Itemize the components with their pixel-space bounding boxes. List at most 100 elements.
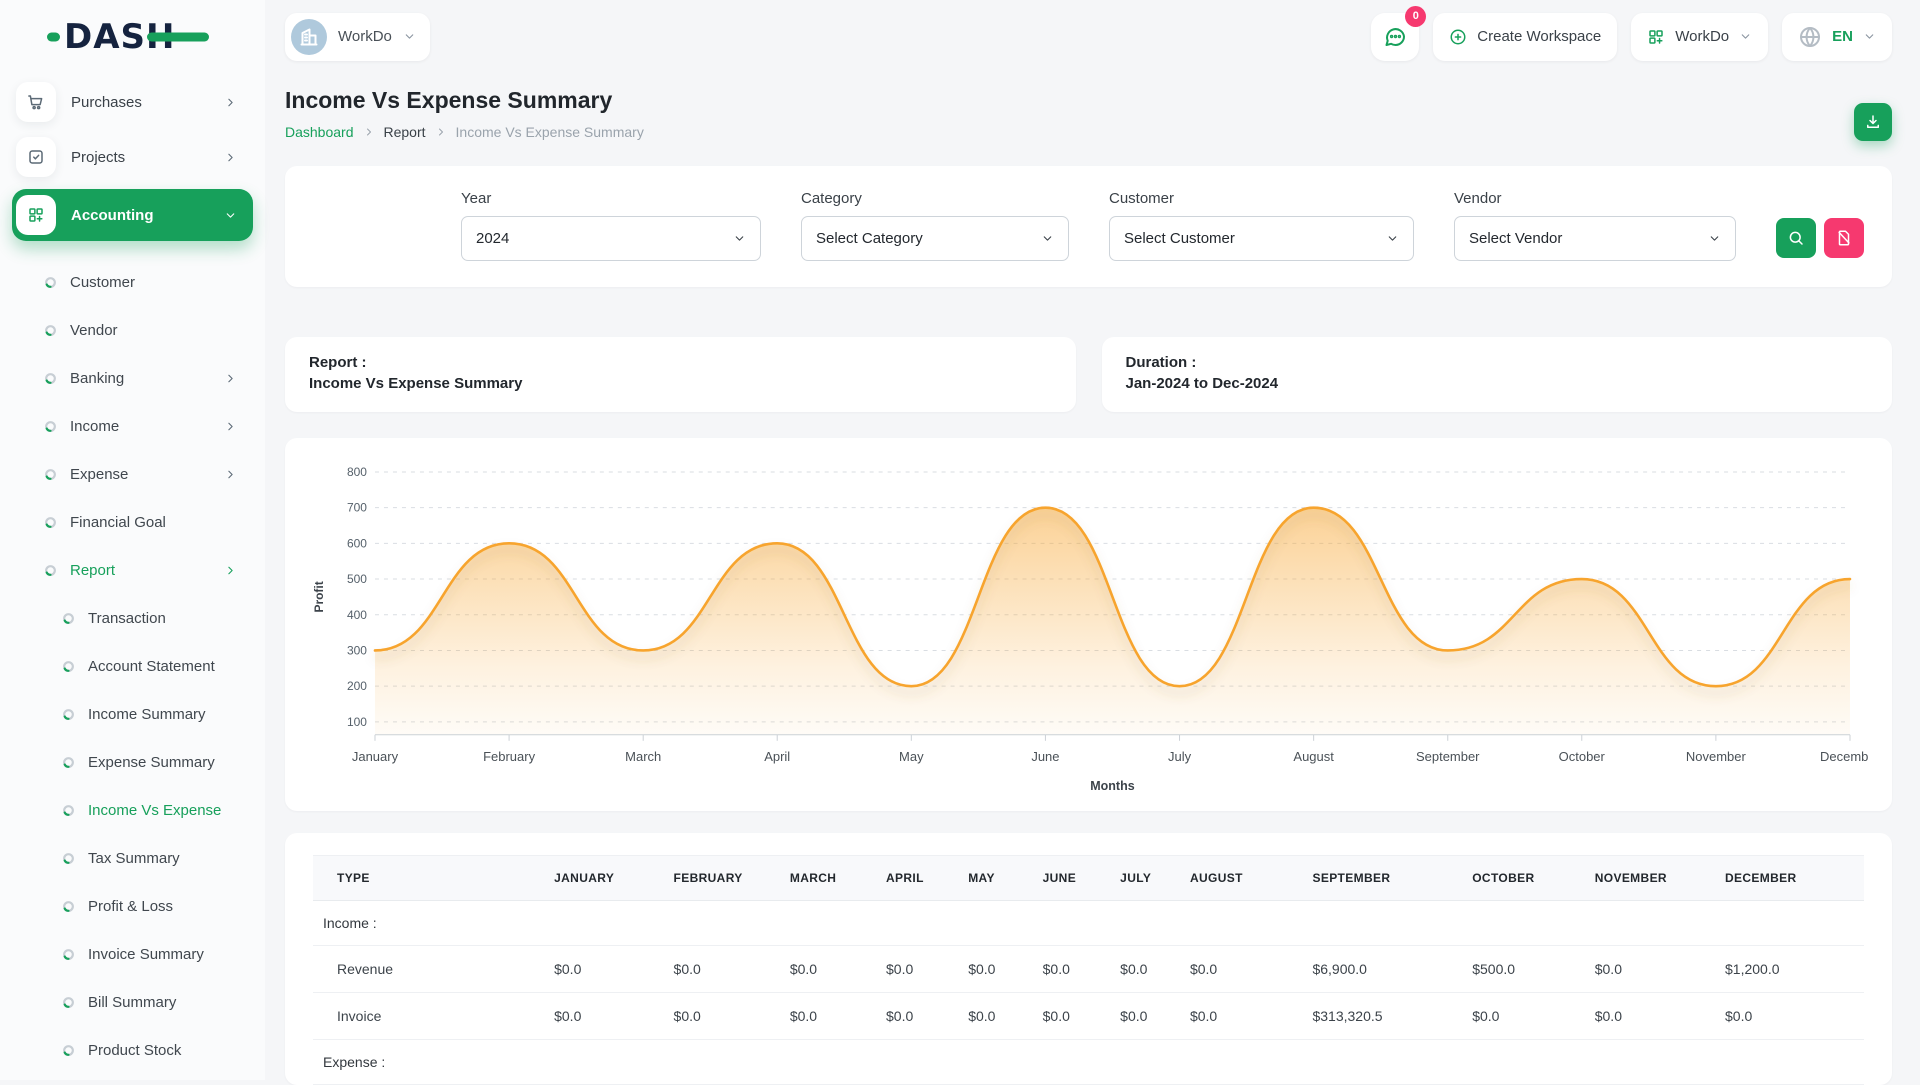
sidebar-item-profit-loss[interactable]: Profit & Loss bbox=[12, 882, 253, 930]
cell-value: $0.0 bbox=[1180, 945, 1303, 992]
income-expense-table-card: TYPEJANUARYFEBRUARYMARCHAPRILMAYJUNEJULY… bbox=[285, 833, 1892, 1085]
cell-value: $0.0 bbox=[780, 945, 876, 992]
svg-text:Months: Months bbox=[1090, 779, 1134, 793]
breadcrumb-report[interactable]: Report bbox=[384, 124, 426, 140]
chevron-right-icon bbox=[224, 151, 237, 164]
workspace-menu-button[interactable]: WorkDo bbox=[1631, 13, 1768, 61]
svg-text:300: 300 bbox=[347, 643, 367, 657]
table-header-july: JULY bbox=[1110, 855, 1180, 900]
sidebar-item-tax-summary[interactable]: Tax Summary bbox=[12, 834, 253, 882]
file-off-icon bbox=[1835, 229, 1853, 247]
sidebar-item-label: Customer bbox=[70, 274, 253, 291]
create-workspace-button[interactable]: Create Workspace bbox=[1433, 13, 1617, 61]
bullet-icon bbox=[62, 1044, 75, 1057]
svg-text:June: June bbox=[1031, 749, 1059, 764]
globe-icon bbox=[1798, 25, 1822, 49]
sidebar-item-expense-summary[interactable]: Expense Summary bbox=[12, 738, 253, 786]
cell-value: $0.0 bbox=[1462, 992, 1585, 1039]
download-button[interactable] bbox=[1854, 103, 1892, 141]
cart-icon bbox=[27, 93, 45, 111]
cell-value: $0.0 bbox=[780, 992, 876, 1039]
cell-value: $0.0 bbox=[1585, 992, 1715, 1039]
breadcrumb-dashboard[interactable]: Dashboard bbox=[285, 124, 354, 140]
sidebar-item-income-summary[interactable]: Income Summary bbox=[12, 690, 253, 738]
bullet-icon bbox=[62, 708, 75, 721]
sidebar-item-bill-summary[interactable]: Bill Summary bbox=[12, 978, 253, 1026]
cell-value: $0.0 bbox=[1110, 992, 1180, 1039]
sidebar-menu: Purchases Projects Accounting Customer Vendo… bbox=[0, 73, 265, 1085]
bullet-icon bbox=[62, 804, 75, 817]
sidebar-item-income-vs-expense[interactable]: Income Vs Expense bbox=[12, 786, 253, 834]
chevron-right-icon bbox=[363, 126, 375, 138]
sidebar-item-invoice-summary[interactable]: Invoice Summary bbox=[12, 930, 253, 978]
table-section-row: Expense : bbox=[313, 1039, 1864, 1084]
svg-text:700: 700 bbox=[347, 501, 367, 515]
duration-summary-card: Duration : Jan-2024 to Dec-2024 bbox=[1102, 337, 1893, 412]
sidebar-item-banking[interactable]: Banking bbox=[12, 354, 253, 402]
sidebar-item-financial-goal[interactable]: Financial Goal bbox=[12, 498, 253, 546]
page-title: Income Vs Expense Summary bbox=[285, 87, 1892, 114]
table-section-row: Income : bbox=[313, 900, 1864, 945]
duration-summary-value: Jan-2024 to Dec-2024 bbox=[1126, 375, 1869, 392]
svg-text:August: August bbox=[1293, 749, 1334, 764]
filter-customer-select[interactable]: Select Customer bbox=[1109, 216, 1414, 261]
building-icon bbox=[297, 25, 321, 49]
sidebar-item-expense[interactable]: Expense bbox=[12, 450, 253, 498]
create-workspace-label: Create Workspace bbox=[1477, 28, 1601, 45]
messages-button[interactable]: 0 bbox=[1371, 13, 1419, 61]
income-expense-table: TYPEJANUARYFEBRUARYMARCHAPRILMAYJUNEJULY… bbox=[313, 855, 1864, 1085]
chevron-right-icon bbox=[224, 372, 237, 385]
sidebar-item-projects[interactable]: Projects bbox=[12, 134, 253, 180]
brand-logo[interactable]: DASH bbox=[64, 17, 175, 57]
filter-label-category: Category bbox=[801, 190, 1069, 207]
filter-category-select[interactable]: Select Category bbox=[801, 216, 1069, 261]
table-header-september: SEPTEMBER bbox=[1302, 855, 1462, 900]
chevron-down-icon bbox=[1739, 30, 1752, 43]
sidebar-item-product-stock[interactable]: Product Stock bbox=[12, 1026, 253, 1074]
cell-value: $0.0 bbox=[544, 992, 663, 1039]
bullet-icon bbox=[44, 276, 57, 289]
svg-text:400: 400 bbox=[347, 608, 367, 622]
download-icon bbox=[1864, 113, 1882, 131]
table-header-april: APRIL bbox=[876, 855, 958, 900]
sidebar-item-transaction[interactable]: Transaction bbox=[12, 594, 253, 642]
table-section-label: Expense : bbox=[313, 1039, 544, 1084]
sidebar-item-label: Income Vs Expense bbox=[88, 802, 253, 819]
sidebar-item-label: Profit & Loss bbox=[88, 898, 253, 915]
duration-summary-title: Duration : bbox=[1126, 354, 1869, 371]
chevron-right-icon bbox=[224, 96, 237, 109]
grid-plus-icon bbox=[27, 206, 45, 224]
filter-reset-button[interactable] bbox=[1824, 218, 1864, 258]
filter-vendor-select[interactable]: Select Vendor bbox=[1454, 216, 1736, 261]
table-header-june: JUNE bbox=[1033, 855, 1111, 900]
svg-text:December: December bbox=[1820, 749, 1868, 764]
sidebar-item-label: Expense Summary bbox=[88, 754, 253, 771]
profit-chart: 100200300400500600700800JanuaryFebruaryM… bbox=[309, 452, 1868, 800]
chat-icon bbox=[1383, 25, 1407, 49]
chevron-right-icon bbox=[435, 126, 447, 138]
workspace-switcher[interactable]: WorkDo bbox=[285, 13, 430, 61]
row-label: Invoice bbox=[313, 992, 544, 1039]
sidebar-item-vendor[interactable]: Vendor bbox=[12, 306, 253, 354]
cell-value: $0.0 bbox=[1033, 992, 1111, 1039]
sidebar-item-account-statement[interactable]: Account Statement bbox=[12, 642, 253, 690]
sidebar-item-report[interactable]: Report bbox=[12, 546, 253, 594]
chevron-down-icon bbox=[224, 209, 237, 222]
cell-value: $0.0 bbox=[876, 945, 958, 992]
sidebar-item-income[interactable]: Income bbox=[12, 402, 253, 450]
bullet-icon bbox=[62, 852, 75, 865]
cell-value: $0.0 bbox=[1715, 992, 1864, 1039]
sidebar-item-accounting[interactable]: Accounting bbox=[12, 189, 253, 241]
sidebar-item-purchases[interactable]: Purchases bbox=[12, 79, 253, 125]
grid-plus-icon bbox=[1647, 28, 1665, 46]
chevron-right-icon bbox=[224, 468, 237, 481]
language-selector[interactable]: EN bbox=[1782, 13, 1892, 61]
filter-year-select[interactable]: 2024 bbox=[461, 216, 761, 261]
filter-search-button[interactable] bbox=[1776, 218, 1816, 258]
svg-text:Profit: Profit bbox=[312, 581, 326, 612]
table-row-revenue: Revenue$0.0$0.0$0.0$0.0$0.0$0.0$0.0$0.0$… bbox=[313, 945, 1864, 992]
sidebar-item-customer[interactable]: Customer bbox=[12, 258, 253, 306]
filter-label-vendor: Vendor bbox=[1454, 190, 1736, 207]
sidebar-item-label: Vendor bbox=[70, 322, 253, 339]
sidebar-item-label: Banking bbox=[70, 370, 224, 387]
